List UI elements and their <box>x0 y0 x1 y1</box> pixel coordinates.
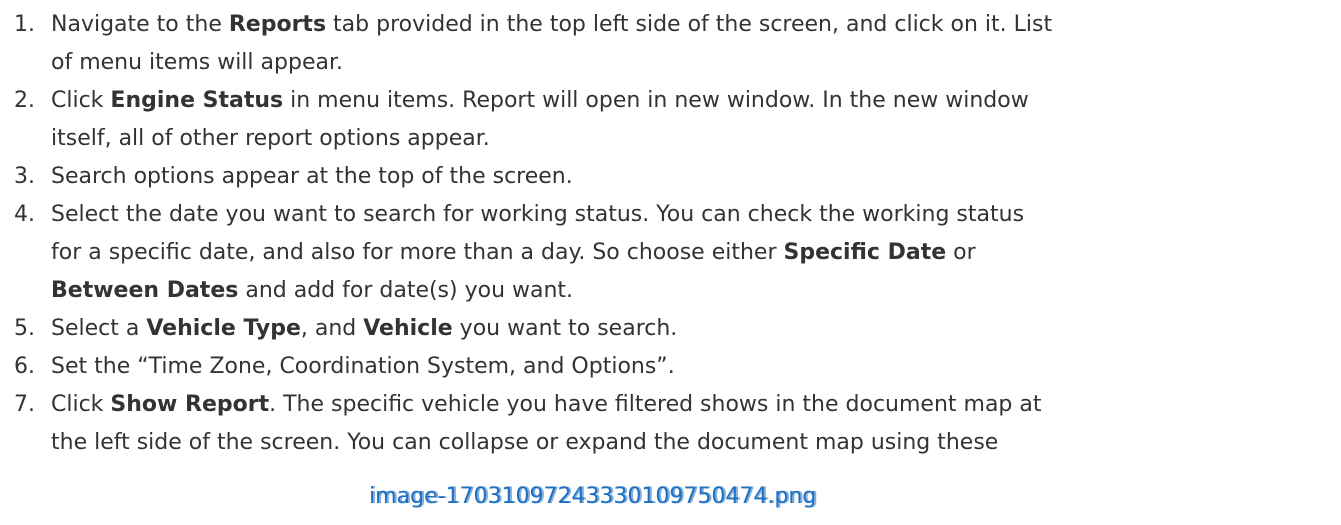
list-item: 7. Click Show Report. The specific vehicl… <box>14 386 1334 462</box>
list-item: 4. Select the date you want to search for… <box>14 196 1334 310</box>
step-text: for a specific date, and also for more t… <box>51 240 784 265</box>
step-emphasis: Vehicle Type <box>146 316 301 341</box>
step-text: or <box>946 240 976 265</box>
list-item: 1. Navigate to the Reports tab provided i… <box>14 6 1334 82</box>
step-text: and add for date(s) you want. <box>238 278 574 303</box>
step-text: Click <box>51 88 111 113</box>
step-number: 6. <box>14 354 35 379</box>
step-text: Search options appear at the top of the … <box>51 164 573 189</box>
step-text: Select a <box>51 316 147 341</box>
step-emphasis: Engine Status <box>110 88 284 113</box>
list-item: 5. Select a Vehicle Type, and Vehicle you… <box>14 310 1334 348</box>
step-text: of menu items will appear. <box>51 50 343 75</box>
step-text: in menu items. Report will open in new w… <box>283 88 1029 113</box>
step-text: you want to search. <box>452 316 678 341</box>
step-number: 3. <box>14 164 35 189</box>
list-item: 3. Search options appear at the top of th… <box>14 158 1334 196</box>
step-number: 2. <box>14 88 35 113</box>
step-emphasis: Between Dates <box>51 278 239 303</box>
step-number: 1. <box>14 12 35 37</box>
step-text: . The specific vehicle you have filtered… <box>269 392 1042 417</box>
step-text: the left side of the screen. You can col… <box>51 430 999 455</box>
step-emphasis: Vehicle <box>363 316 453 341</box>
step-text: tab provided in the top left side of the… <box>326 12 1053 37</box>
step-text: Set the “Time Zone, Coordination System,… <box>51 354 675 379</box>
step-number: 4. <box>14 202 35 227</box>
step-text: Click <box>51 392 111 417</box>
step-emphasis: Reports <box>228 12 327 37</box>
list-item: 2. Click Engine Status in menu items. Rep… <box>14 82 1334 158</box>
step-text: Navigate to the <box>51 12 229 37</box>
step-number: 5. <box>14 316 35 341</box>
step-emphasis: Specific Date <box>783 240 947 265</box>
step-text: itself, all of other report options appe… <box>51 126 490 151</box>
step-number: 7. <box>14 392 35 417</box>
step-text: Select the date you want to search for w… <box>51 202 1025 227</box>
image-filename-link[interactable]: image-17031097243330109750474.png <box>369 478 816 516</box>
step-text: , and <box>300 316 364 341</box>
list-item: 6. Set the “Time Zone, Coordination Syste… <box>14 348 1334 386</box>
step-emphasis: Show Report <box>110 392 270 417</box>
